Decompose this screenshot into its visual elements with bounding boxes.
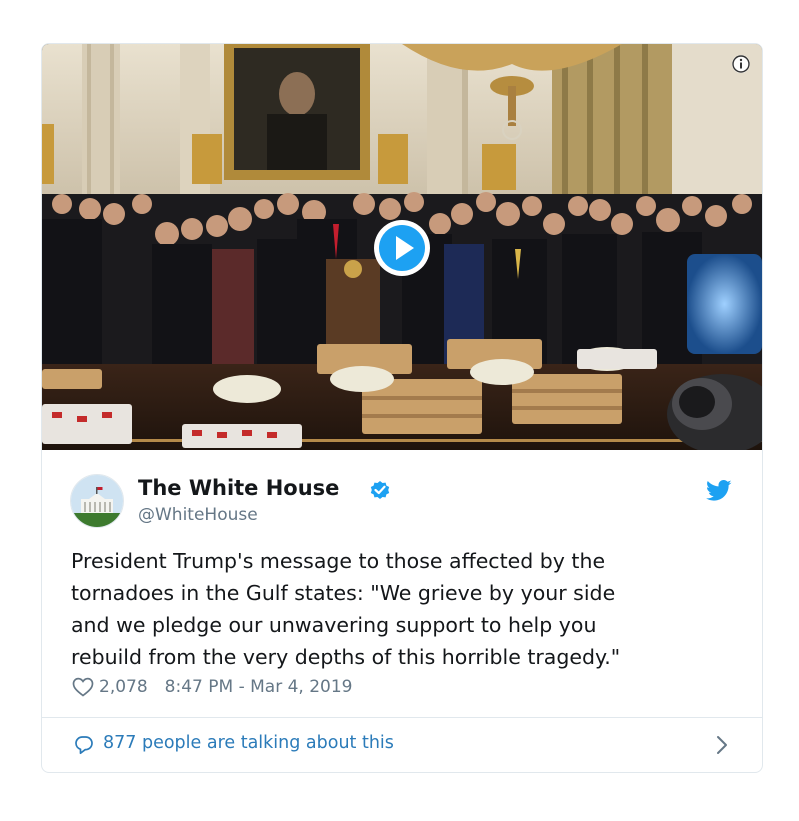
verified-badge-icon (370, 481, 390, 499)
timestamp[interactable]: 8:47 PM - Mar 4, 2019 (165, 677, 353, 697)
embedded-tweet-card: The White House @WhiteHouse President Tr… (41, 43, 763, 773)
info-icon[interactable] (731, 54, 751, 74)
like-count[interactable]: 2,078 (99, 677, 148, 697)
chevron-right-icon (717, 736, 727, 754)
tweet-text: President Trump's message to those affec… (71, 549, 621, 669)
twitter-bird-icon[interactable] (706, 480, 732, 502)
tweet-header: The White House @WhiteHouse (42, 450, 762, 538)
talking-count-text: 877 people are talking about this (103, 733, 394, 753)
tweet-video-media[interactable] (42, 44, 762, 450)
conversation-link[interactable]: 877 people are talking about this (42, 718, 762, 772)
handle[interactable]: @WhiteHouse (138, 505, 258, 525)
heart-icon[interactable] (72, 677, 94, 697)
speech-bubble-icon (75, 736, 93, 755)
tweet-meta: 2,078 8:47 PM - Mar 4, 2019 (72, 675, 352, 699)
avatar[interactable] (70, 474, 124, 528)
display-name[interactable]: The White House (138, 476, 339, 500)
play-icon[interactable] (373, 219, 431, 277)
white-house-avatar-image (71, 475, 123, 527)
